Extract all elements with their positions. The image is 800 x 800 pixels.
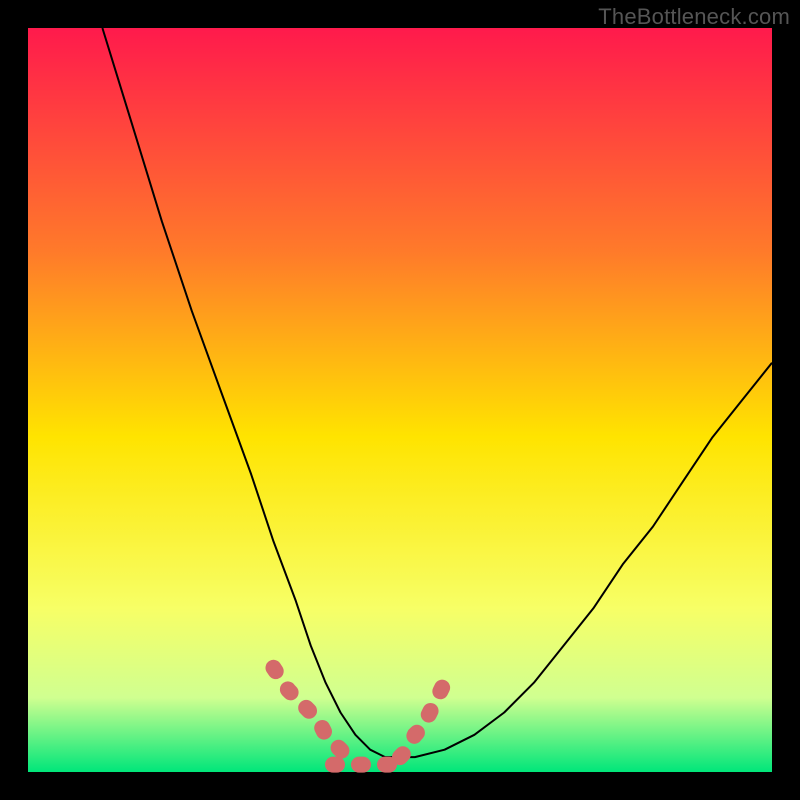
chart-frame: TheBottleneck.com [0, 0, 800, 800]
chart-canvas [0, 0, 800, 800]
plot-background [28, 28, 772, 772]
watermark-text: TheBottleneck.com [598, 4, 790, 30]
